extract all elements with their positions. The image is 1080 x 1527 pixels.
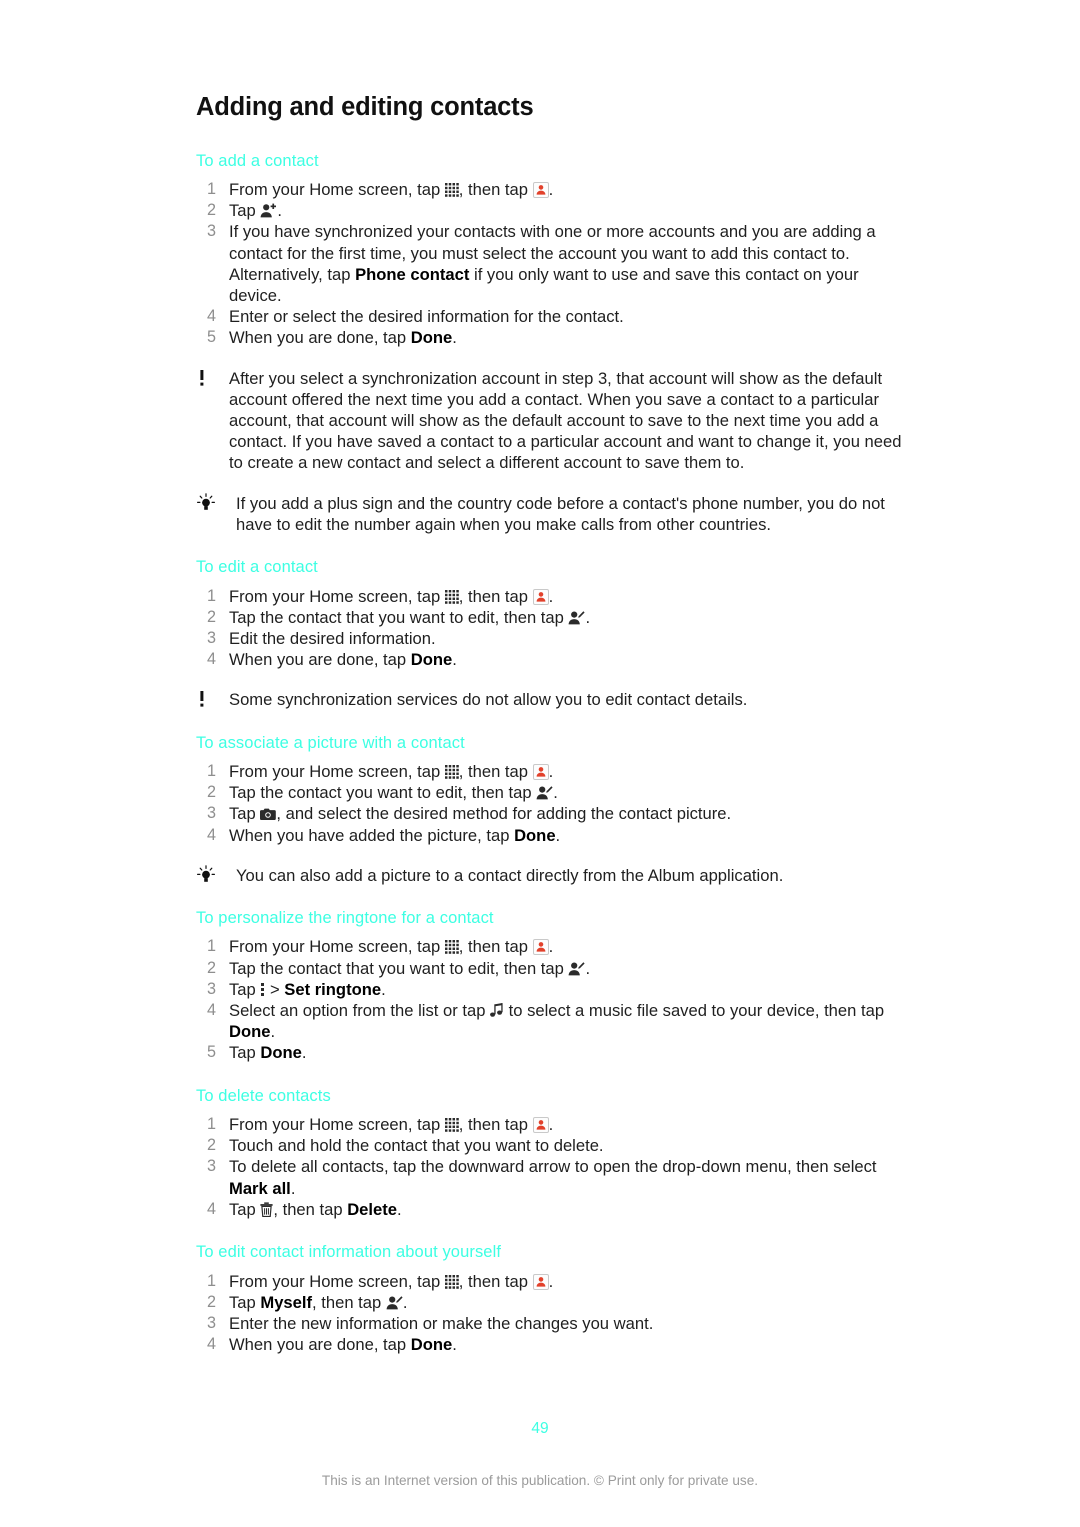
step-item: From your Home screen, tap , then tap . — [202, 179, 554, 200]
step-item: Tap > Set ringtone. — [202, 979, 386, 1000]
emphasis-term: Done — [514, 825, 556, 845]
step-item: Enter or select the desired information … — [202, 306, 624, 327]
music-note-icon — [490, 1003, 504, 1018]
lightbulb-icon — [196, 492, 220, 513]
step-item: When you are done, tap Done. — [202, 327, 457, 348]
contacts-app-icon — [532, 588, 549, 605]
step-item: If you have synchronized your contacts w… — [202, 221, 876, 306]
emphasis-term: Done — [410, 1335, 453, 1355]
step-item: When you have added the picture, tap Don… — [202, 825, 561, 846]
callout-text: You can also add a picture to a contact … — [236, 865, 784, 885]
apps-grid-icon — [444, 1274, 459, 1289]
sections-container: To add a contact From your Home screen, t… — [196, 151, 910, 1356]
edit-contact-icon — [536, 785, 553, 800]
callout-text: After you select a synchronization accou… — [229, 368, 902, 473]
edit-contact-icon — [568, 610, 586, 625]
step-list: From your Home screen, tap , then tap .T… — [196, 179, 910, 349]
edit-contact-icon — [386, 1295, 403, 1310]
step-item: Tap Myself, then tap . — [202, 1292, 408, 1313]
contacts-app-icon — [532, 1117, 549, 1134]
edit-contact-icon — [568, 961, 586, 976]
contacts-app-icon — [532, 763, 549, 780]
step-item: To delete all contacts, tap the downward… — [202, 1156, 877, 1198]
apps-grid-icon — [444, 940, 459, 955]
step-list: From your Home screen, tap , then tap .T… — [196, 936, 910, 1063]
step-list: From your Home screen, tap , then tap .T… — [196, 1271, 910, 1356]
warning-callout: Some synchronization services do not all… — [196, 689, 910, 710]
callout-text: If you add a plus sign and the country c… — [236, 493, 885, 534]
emphasis-term: Done — [410, 328, 453, 348]
section-heading: To edit contact information about yourse… — [196, 1243, 502, 1262]
contacts-app-icon — [532, 939, 549, 956]
procedure-section: To associate a picture with a contact Fro… — [196, 733, 910, 886]
tip-callout: If you add a plus sign and the country c… — [196, 492, 910, 535]
procedure-section: To edit contact information about yourse… — [196, 1242, 910, 1355]
callout-text: Some synchronization services do not all… — [229, 690, 748, 710]
step-item: From your Home screen, tap , then tap . — [202, 761, 554, 782]
exclamation-icon — [199, 369, 217, 389]
contacts-app-icon — [532, 182, 549, 199]
emphasis-term: Set ringtone — [284, 979, 382, 999]
step-list: From your Home screen, tap , then tap .T… — [196, 586, 910, 671]
step-item: When you are done, tap Done. — [202, 1334, 457, 1355]
step-item: When you are done, tap Done. — [202, 649, 457, 670]
apps-grid-icon — [444, 1118, 459, 1132]
section-heading: To personalize the ringtone for a contac… — [196, 908, 494, 927]
section-heading: To delete contacts — [196, 1086, 331, 1105]
emphasis-term: Done — [410, 650, 453, 670]
emphasis-term: Myself — [260, 1292, 313, 1312]
manual-page: Adding and editing contacts To add a con… — [0, 0, 1080, 1527]
warning-callout: After you select a synchronization accou… — [196, 368, 910, 474]
emphasis-term: Done — [229, 1022, 271, 1042]
step-item: Edit the desired information. — [202, 628, 436, 649]
step-item: From your Home screen, tap , then tap . — [202, 1114, 554, 1135]
emphasis-term: Delete — [347, 1199, 397, 1219]
step-item: Tap . — [202, 200, 282, 221]
step-item: Tap the contact you want to edit, then t… — [202, 782, 558, 803]
step-item: Enter the new information or make the ch… — [202, 1313, 654, 1334]
trash-icon — [260, 1202, 273, 1217]
step-item: Select an option from the list or tap to… — [202, 1000, 885, 1042]
step-item: From your Home screen, tap , then tap . — [202, 1271, 554, 1292]
camera-icon — [260, 807, 277, 821]
apps-grid-icon — [444, 589, 459, 604]
page-number: 49 — [531, 1420, 549, 1437]
step-item: Tap the contact that you want to edit, t… — [202, 607, 591, 628]
apps-grid-icon — [444, 183, 459, 197]
apps-grid-icon — [444, 764, 459, 779]
step-item: From your Home screen, tap , then tap . — [202, 586, 554, 607]
tip-callout: You can also add a picture to a contact … — [196, 864, 910, 886]
section-heading: To add a contact — [196, 151, 319, 170]
section-heading: To edit a contact — [196, 558, 318, 577]
procedure-section: To delete contacts From your Home screen,… — [196, 1086, 910, 1221]
step-item: Tap , and select the desired method for … — [202, 803, 732, 824]
procedure-section: To add a contact From your Home screen, t… — [196, 151, 910, 535]
footer-copyright: This is an Internet version of this publ… — [321, 1473, 759, 1488]
step-list: From your Home screen, tap , then tap .T… — [196, 761, 910, 846]
step-item: Touch and hold the contact that you want… — [202, 1135, 604, 1156]
procedure-section: To edit a contact From your Home screen, … — [196, 557, 910, 710]
contacts-app-icon — [532, 1273, 549, 1290]
procedure-section: To personalize the ringtone for a contac… — [196, 908, 910, 1064]
step-item: From your Home screen, tap , then tap . — [202, 936, 554, 957]
step-item: Tap , then tap Delete. — [202, 1199, 402, 1220]
emphasis-term: Mark all — [229, 1178, 291, 1198]
add-contact-icon — [260, 203, 277, 218]
overflow-menu-icon — [260, 982, 265, 997]
step-item: Tap Done. — [202, 1042, 307, 1063]
exclamation-icon — [199, 690, 217, 710]
step-list: From your Home screen, tap , then tap .T… — [196, 1114, 910, 1220]
section-heading: To associate a picture with a contact — [196, 733, 465, 752]
emphasis-term: Phone contact — [355, 264, 470, 284]
step-item: Tap the contact that you want to edit, t… — [202, 958, 591, 979]
lightbulb-icon — [196, 864, 220, 885]
page-title: Adding and editing contacts — [196, 93, 534, 121]
emphasis-term: Done — [260, 1043, 302, 1063]
